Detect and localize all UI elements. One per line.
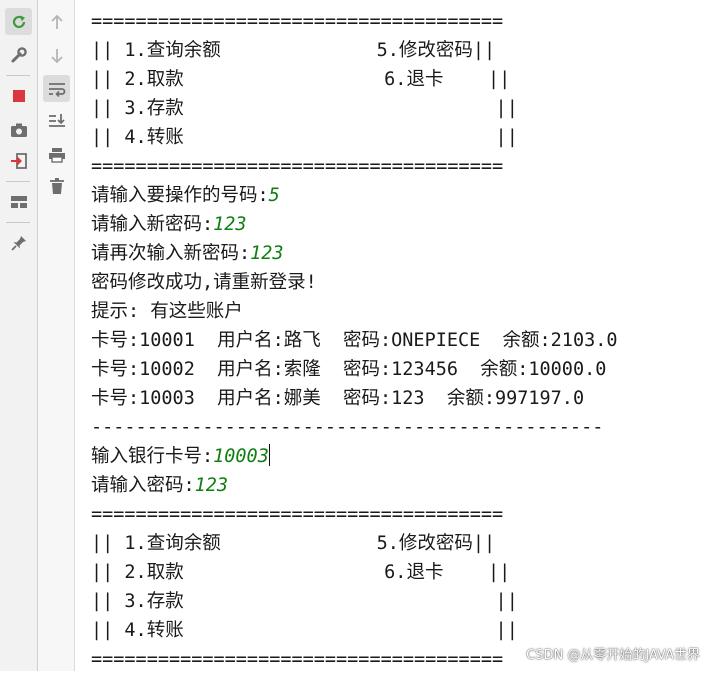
console-line: 请输入密码:123 [91,471,714,500]
trash-icon[interactable] [43,172,70,199]
console-line: || 2.取款 6.退卡 || [91,65,714,94]
arrow-up-icon[interactable] [43,8,70,35]
console-line: 卡号:10001 用户名:路飞 密码:ONEPIECE 余额:2103.0 [91,326,714,355]
console-line: 请输入要操作的号码:5 [91,181,714,210]
console-line: 请再次输入新密码:123 [91,239,714,268]
scroll-to-end-icon[interactable] [43,107,70,134]
console-output-text: || 2.取款 6.退卡 || [91,562,511,583]
console-line: 卡号:10002 用户名:索隆 密码:123456 余额:10000.0 [91,355,714,384]
camera-icon[interactable] [5,116,32,143]
run-toolbar [0,0,38,671]
toolbar-separator [6,222,30,223]
console-line: || 3.存款 || [91,94,714,123]
text-caret [268,444,270,466]
login-icon[interactable] [5,147,32,174]
console-output-text: 卡号:10001 用户名:路飞 密码:ONEPIECE 余额:2103.0 [91,330,618,351]
wrench-icon[interactable] [5,41,32,68]
console-user-input: 123 [194,475,229,496]
console-output-text: 请再次输入新密码: [91,243,251,264]
console-output-text: || 3.存款 || [91,591,518,612]
console-output-text: 请输入要操作的号码: [91,185,269,206]
console-toolbar [38,0,75,671]
console-line: ===================================== [91,152,714,181]
console-output[interactable]: ===================================== || … [91,7,714,671]
soft-wrap-icon[interactable] [43,75,70,102]
console-output-text: || 1.查询余额 5.修改密码|| [91,533,496,554]
print-icon[interactable] [43,141,70,168]
console-output-text: || 1.查询余额 5.修改密码|| [91,40,496,61]
console-output-text: 请输入新密码: [91,214,214,235]
console-output-text: 密码修改成功,请重新登录! [91,272,317,293]
console-line: || 2.取款 6.退卡 || [91,558,714,587]
stop-icon[interactable] [5,82,32,109]
toolbar-separator [6,181,30,182]
console-output-text: ===================================== [91,649,504,670]
console-line: ===================================== [91,500,714,529]
console-line: 卡号:10003 用户名:娜美 密码:123 余额:997197.0 [91,384,714,413]
console-line: ----------------------------------------… [91,413,714,442]
console-output-text: ===================================== [91,156,504,177]
console-line: || 1.查询余额 5.修改密码|| [91,529,714,558]
console-user-input: 5 [268,185,280,206]
console-line: 提示: 有这些账户 [91,297,714,326]
console-line: || 4.转账 || [91,123,714,152]
console-output-text: || 3.存款 || [91,98,518,119]
toolbar-separator [6,75,30,76]
console-line: 请输入新密码:123 [91,210,714,239]
watermark: CSDN @从零开始的JAVA世界 [526,648,700,663]
console-user-input: 123 [250,243,284,264]
arrow-down-icon[interactable] [43,42,70,69]
layout-icon[interactable] [5,188,32,215]
console-output-text: ===================================== [91,11,504,32]
console-user-input: 10003 [213,446,269,467]
console-line: 输入银行卡号:10003 [91,442,714,471]
console-output-text: 卡号:10002 用户名:索隆 密码:123456 余额:10000.0 [91,359,607,380]
console-output-text: 卡号:10003 用户名:娜美 密码:123 余额:997197.0 [91,388,585,409]
console-output-text: || 2.取款 6.退卡 || [91,69,511,90]
console-line: ===================================== [91,7,714,36]
console-output-text: ===================================== [91,504,504,525]
pin-icon[interactable] [5,229,32,256]
console-output-text: 请输入密码: [91,475,195,496]
console-output-text: ----------------------------------------… [91,417,604,438]
console-user-input: 123 [213,214,247,235]
console-line: || 4.转账 || [91,616,714,645]
console-output-text: 输入银行卡号: [91,446,214,467]
rerun-icon[interactable] [5,8,32,35]
console-output-text: 提示: 有这些账户 [91,301,243,322]
console-line: || 1.查询余额 5.修改密码|| [91,36,714,65]
console-line: || 3.存款 || [91,587,714,616]
console-output-text: || 4.转账 || [91,127,518,148]
console-output-text: || 4.转账 || [91,620,518,641]
console-line: 密码修改成功,请重新登录! [91,268,714,297]
